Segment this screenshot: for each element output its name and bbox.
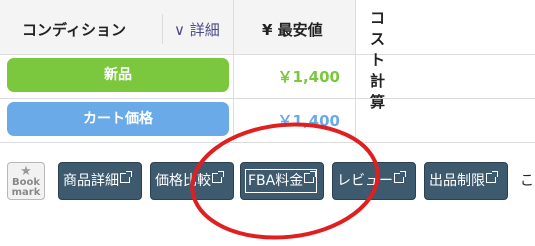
product-detail-label: 商品詳細 xyxy=(63,173,119,189)
price-compare-label: 価格比較 xyxy=(155,173,211,189)
header-lowest-price-label: ¥ 最安値 xyxy=(262,21,323,39)
row-cart-cost-cell xyxy=(356,99,535,143)
external-link-icon xyxy=(120,171,132,183)
review-label: レビュー xyxy=(337,173,393,189)
row-new-cost-cell xyxy=(356,55,535,99)
external-link-icon xyxy=(212,171,224,183)
bookmark-button[interactable]: ★ Book mark xyxy=(7,162,45,200)
fba-fee-focus-box: FBA料金 xyxy=(245,169,318,193)
external-link-icon xyxy=(486,171,498,183)
header-condition-cell: コンディション ∨ 詳細 xyxy=(0,0,234,55)
header-divider xyxy=(162,14,163,44)
new-condition-button[interactable]: 新品 xyxy=(7,58,229,92)
price-compare-button[interactable]: 価格比較 xyxy=(150,162,234,200)
external-link-icon xyxy=(394,171,406,183)
cart-lowest-price: ￥1,400 xyxy=(277,112,340,130)
listing-restriction-label: 出品制限 xyxy=(429,173,485,189)
fba-fee-button[interactable]: FBA料金 xyxy=(240,162,324,200)
listing-restriction-button[interactable]: 出品制限 xyxy=(424,162,508,200)
fba-fee-label: FBA料金 xyxy=(248,173,304,189)
product-detail-button[interactable]: 商品詳細 xyxy=(58,162,142,200)
cart-price-button[interactable]: カート価格 xyxy=(7,102,229,136)
sort-detail-toggle[interactable]: ∨ 詳細 xyxy=(174,19,220,40)
review-button[interactable]: レビュー xyxy=(332,162,416,200)
bookmark-label-line2: mark xyxy=(11,187,41,198)
new-lowest-price: ￥1,400 xyxy=(277,68,340,86)
header-lowest-price-cell: ¥ 最安値 xyxy=(234,0,356,55)
header-condition-label: コンディション xyxy=(22,21,126,39)
truncated-trailing-text: こ xyxy=(520,173,534,189)
external-link-icon xyxy=(304,171,317,183)
